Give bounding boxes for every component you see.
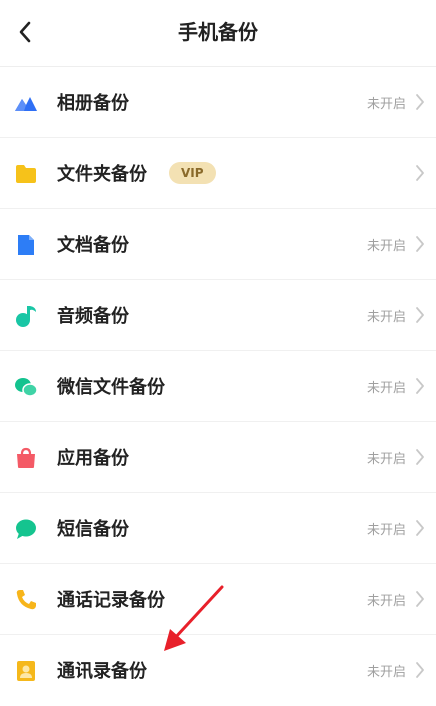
- status-text: 未开启: [366, 594, 406, 609]
- chevron-right-icon: [416, 378, 424, 394]
- item-label: 短信备份: [57, 519, 129, 540]
- list-item-folder-backup[interactable]: 文件夹备份 VIP: [0, 138, 436, 209]
- chevron-right-icon: [416, 236, 424, 252]
- item-label: 应用备份: [57, 448, 129, 469]
- chevron-right-icon: [416, 307, 424, 323]
- status-text: 未开启: [366, 97, 406, 112]
- item-label: 相册备份: [57, 93, 129, 114]
- list-item-app-backup[interactable]: 应用备份 未开启: [0, 422, 436, 493]
- album-icon: [15, 97, 37, 111]
- status-text: 未开启: [366, 381, 406, 396]
- vip-badge: VIP: [169, 162, 216, 184]
- list-item-audio-backup[interactable]: 音频备份 未开启: [0, 280, 436, 351]
- item-label: 音频备份: [57, 306, 129, 327]
- item-label: 文档备份: [57, 235, 129, 256]
- app-bag-icon: [17, 447, 35, 468]
- item-label: 微信文件备份: [57, 377, 165, 398]
- list-item-album-backup[interactable]: 相册备份 未开启: [0, 67, 436, 138]
- list-item-wechat-backup[interactable]: 微信文件备份 未开启: [0, 351, 436, 422]
- message-icon: [16, 519, 36, 539]
- chevron-right-icon: [416, 94, 424, 110]
- red-arrow-icon: [164, 585, 224, 651]
- chevron-right-icon: [416, 520, 424, 536]
- chevron-right-icon: [416, 449, 424, 465]
- music-icon: [16, 306, 36, 327]
- status-text: 未开启: [366, 665, 406, 680]
- document-icon: [18, 235, 34, 255]
- chevron-right-icon: [416, 591, 424, 607]
- wechat-icon: [15, 378, 38, 397]
- item-label: 通讯录备份: [57, 661, 147, 682]
- status-text: 未开启: [366, 523, 406, 538]
- chevron-right-icon: [416, 165, 424, 181]
- status-text: 未开启: [366, 452, 406, 467]
- list-item-document-backup[interactable]: 文档备份 未开启: [0, 209, 436, 280]
- status-text: 未开启: [366, 310, 406, 325]
- header-bar: 手机备份: [0, 0, 436, 67]
- status-text: 未开启: [366, 239, 406, 254]
- item-label: 文件夹备份: [57, 164, 147, 185]
- folder-icon: [16, 165, 36, 183]
- item-label: 通话记录备份: [57, 590, 165, 611]
- phone-icon: [16, 590, 36, 610]
- list-item-sms-backup[interactable]: 短信备份 未开启: [0, 493, 436, 564]
- chevron-right-icon: [416, 662, 424, 678]
- contacts-icon: [17, 661, 35, 681]
- page-title: 手机备份: [178, 20, 258, 44]
